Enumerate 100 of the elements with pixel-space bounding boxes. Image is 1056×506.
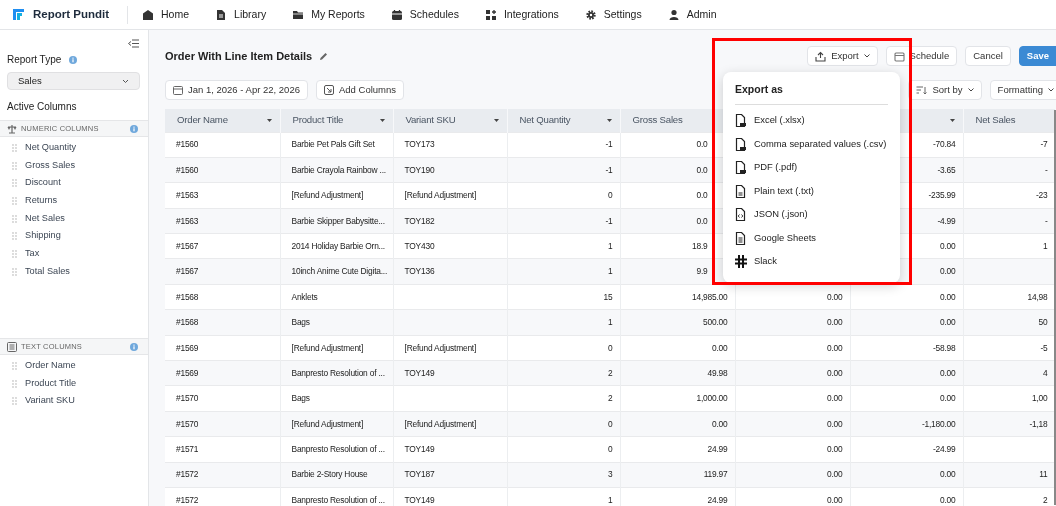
sort-caret-icon[interactable] bbox=[949, 118, 955, 122]
table-cell: #1568 bbox=[165, 309, 280, 336]
app-name[interactable]: Report Pundit bbox=[33, 5, 110, 24]
table-cell: 14,985.00 bbox=[620, 284, 735, 310]
table-cell: -1 bbox=[507, 157, 620, 183]
folder-icon bbox=[292, 8, 305, 21]
table-cell: -24.99 bbox=[850, 436, 963, 463]
action-button[interactable]: Save bbox=[1018, 46, 1056, 66]
table-cell: [Refund Adjustment] bbox=[280, 335, 393, 361]
column-item[interactable]: Tax bbox=[0, 245, 148, 263]
nav-link[interactable]: Schedules bbox=[390, 6, 459, 23]
table-cell: 0 bbox=[507, 182, 620, 209]
sort-caret-icon[interactable] bbox=[606, 118, 612, 122]
table-cell: 0.00 bbox=[735, 411, 850, 437]
info-icon bbox=[130, 124, 138, 133]
table-cell: 0.00 bbox=[735, 436, 850, 463]
table-cell: 0.00 bbox=[735, 335, 850, 361]
file-icon bbox=[735, 161, 747, 174]
table-cell: 2 bbox=[507, 360, 620, 386]
action-button[interactable]: Cancel bbox=[965, 46, 1011, 66]
sort-caret-icon[interactable] bbox=[493, 118, 499, 122]
add-columns-button[interactable]: Add Columns bbox=[316, 80, 404, 100]
table-cell: TOY149 bbox=[393, 487, 507, 506]
scrollbar[interactable] bbox=[1054, 110, 1056, 505]
table-cell: #1560 bbox=[165, 132, 280, 158]
column-header[interactable]: Order Name bbox=[165, 109, 280, 132]
table-cell: 0.00 bbox=[735, 385, 850, 412]
slack-icon bbox=[735, 255, 747, 268]
column-item[interactable]: Total Sales bbox=[0, 262, 148, 281]
nav-link[interactable]: Integrations bbox=[484, 6, 559, 23]
table-cell: #1572 bbox=[165, 487, 280, 506]
collapse-icon[interactable] bbox=[128, 39, 139, 48]
menu-item[interactable]: Excel (.xlsx) bbox=[735, 108, 888, 133]
table-cell: -58.98 bbox=[850, 335, 963, 361]
add-column-icon bbox=[324, 85, 334, 95]
table-cell: [Refund Adjustment] bbox=[393, 411, 507, 437]
drag-handle-icon bbox=[12, 379, 17, 388]
sort-caret-icon[interactable] bbox=[266, 118, 272, 122]
table-cell: 1 bbox=[507, 309, 620, 336]
sheet-icon bbox=[735, 231, 747, 245]
table-cell: [Refund Adjustment] bbox=[280, 182, 393, 209]
table-cell: 1,000.00 bbox=[620, 385, 735, 412]
table-cell: #1563 bbox=[165, 182, 280, 209]
column-item[interactable]: Shipping bbox=[0, 227, 148, 246]
table-cell: Banpresto Resolution of ... bbox=[280, 436, 393, 463]
table-cell: 24.99 bbox=[620, 487, 735, 506]
table-cell: TOY136 bbox=[393, 258, 507, 285]
date-range-button[interactable]: Jan 1, 2026 - Apr 22, 2026 bbox=[165, 80, 308, 100]
table-cell: 50 bbox=[963, 309, 1055, 336]
table-cell: 3 bbox=[507, 462, 620, 488]
drag-handle-icon bbox=[12, 249, 17, 258]
table-cell: -23 bbox=[963, 182, 1055, 209]
formatting-button[interactable]: Formatting bbox=[989, 80, 1056, 100]
column-item[interactable]: Variant SKU bbox=[0, 392, 148, 411]
caret-icon bbox=[863, 54, 870, 58]
table-cell: Banpresto Resolution of ... bbox=[280, 487, 393, 506]
column-header[interactable]: Net Sales bbox=[963, 109, 1055, 132]
code-file-icon bbox=[735, 208, 747, 221]
column-item[interactable]: Net Sales bbox=[0, 209, 148, 228]
table-cell: 1 bbox=[507, 258, 620, 285]
file-icon bbox=[735, 114, 747, 127]
column-header[interactable]: Product Title bbox=[280, 109, 393, 132]
table-cell: 2 bbox=[507, 385, 620, 412]
nav-link[interactable]: Settings bbox=[584, 6, 642, 23]
calendar-icon bbox=[893, 50, 905, 62]
table-cell: [Refund Adjustment] bbox=[280, 411, 393, 437]
column-item[interactable]: Discount bbox=[0, 174, 148, 193]
table-cell: #1571 bbox=[165, 436, 280, 463]
table-cell: 119.97 bbox=[620, 462, 735, 488]
table-cell: TOY190 bbox=[393, 157, 507, 183]
column-header[interactable]: Net Quantity bbox=[507, 109, 620, 132]
field-label: Report Type bbox=[7, 53, 62, 67]
report-type-select[interactable]: Sales bbox=[7, 72, 140, 90]
column-header[interactable]: Variant SKU bbox=[393, 109, 507, 132]
table-cell: 0.00 bbox=[735, 487, 850, 506]
nav-link[interactable]: My Reports bbox=[292, 6, 365, 23]
table-cell: 1 bbox=[963, 233, 1055, 259]
nav-link[interactable]: Library bbox=[215, 6, 267, 23]
column-item[interactable]: Product Title bbox=[0, 374, 148, 393]
nav-link[interactable]: Home bbox=[142, 6, 190, 23]
column-item[interactable]: Returns bbox=[0, 192, 148, 210]
table-cell: 24.99 bbox=[620, 436, 735, 463]
table-cell: #1563 bbox=[165, 208, 280, 234]
table-cell: 11 bbox=[963, 462, 1055, 488]
sort-button[interactable]: Sort by bbox=[908, 80, 982, 100]
column-item[interactable]: Net Quantity bbox=[0, 139, 148, 157]
export-button[interactable]: Export bbox=[807, 46, 878, 66]
column-item[interactable]: Order Name bbox=[0, 357, 148, 375]
sort-caret-icon[interactable] bbox=[379, 118, 385, 122]
caret-icon bbox=[967, 88, 974, 92]
table-cell: TOY173 bbox=[393, 132, 507, 158]
table-cell: 0 bbox=[507, 411, 620, 437]
nav-link[interactable]: Admin bbox=[667, 6, 717, 23]
column-item[interactable]: Gross Sales bbox=[0, 156, 148, 175]
table-cell: TOY182 bbox=[393, 208, 507, 234]
table-cell: 0 bbox=[507, 436, 620, 463]
report-title: Order With Line Item Details bbox=[165, 48, 313, 64]
list-icon bbox=[7, 341, 17, 352]
table-cell: - bbox=[963, 208, 1055, 234]
edit-icon[interactable] bbox=[319, 51, 329, 61]
